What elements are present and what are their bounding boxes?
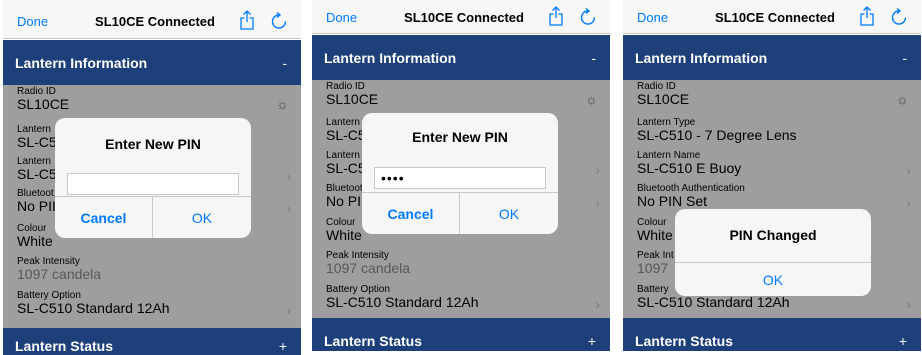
lantern-information-header[interactable]: Lantern Information - <box>3 40 301 85</box>
screen-pin-changed: Done SL10CE Connected Lantern Informatio… <box>623 0 921 351</box>
share-icon[interactable] <box>240 10 254 30</box>
section-label: Lantern Status <box>324 333 423 349</box>
screen-enter-pin-empty: Done SL10CE Connected Lantern Informatio… <box>3 0 301 355</box>
pin-input[interactable]: •••• <box>374 167 546 189</box>
nav-bar: Done SL10CE Connected <box>312 0 610 34</box>
dialog-title: Enter New PIN <box>105 136 201 152</box>
refresh-icon[interactable] <box>270 12 288 30</box>
nav-title: SL10CE Connected <box>404 10 524 25</box>
section-label: Lantern Information <box>635 50 768 66</box>
lantern-information-header[interactable]: Lantern Information - <box>623 35 921 80</box>
cancel-button[interactable]: Cancel <box>362 193 460 234</box>
nav-bar: Done SL10CE Connected <box>623 0 921 34</box>
section-label: Lantern Status <box>635 333 734 349</box>
collapse-icon: - <box>902 50 907 66</box>
expand-icon: + <box>278 338 287 354</box>
section-label: Lantern Information <box>15 55 148 71</box>
nav-title: SL10CE Connected <box>715 10 835 25</box>
collapse-icon: - <box>591 50 596 66</box>
enter-pin-dialog: Enter New PIN •••• Cancel OK <box>362 113 558 234</box>
lantern-status-header[interactable]: Lantern Status + <box>3 328 301 355</box>
expand-icon: + <box>898 333 907 349</box>
dialog-buttons: OK <box>675 262 871 296</box>
refresh-icon[interactable] <box>890 8 908 26</box>
dialog-buttons: Cancel OK <box>55 196 251 238</box>
cancel-button[interactable]: Cancel <box>55 197 153 238</box>
ok-button[interactable]: OK <box>460 193 558 234</box>
pin-changed-dialog: PIN Changed OK <box>675 209 871 296</box>
share-icon[interactable] <box>549 6 563 26</box>
nav-title: SL10CE Connected <box>95 14 215 29</box>
section-label: Lantern Information <box>324 50 457 66</box>
lantern-information-header[interactable]: Lantern Information - <box>312 35 610 80</box>
dialog-title: Enter New PIN <box>412 129 508 145</box>
section-label: Lantern Status <box>15 338 114 354</box>
dialog-title: PIN Changed <box>729 227 817 243</box>
screen-enter-pin-filled: Done SL10CE Connected Lantern Informatio… <box>312 0 610 351</box>
refresh-icon[interactable] <box>579 8 597 26</box>
lantern-status-header[interactable]: Lantern Status + <box>623 318 921 351</box>
share-icon[interactable] <box>860 6 874 26</box>
pin-input[interactable] <box>67 173 239 195</box>
nav-bar: Done SL10CE Connected <box>3 0 301 39</box>
enter-pin-dialog: Enter New PIN Cancel OK <box>55 118 251 238</box>
dialog-buttons: Cancel OK <box>362 192 558 234</box>
expand-icon: + <box>587 333 596 349</box>
lantern-status-header[interactable]: Lantern Status + <box>312 318 610 351</box>
ok-button[interactable]: OK <box>153 197 251 238</box>
collapse-icon: - <box>282 55 287 71</box>
ok-button[interactable]: OK <box>675 263 871 296</box>
